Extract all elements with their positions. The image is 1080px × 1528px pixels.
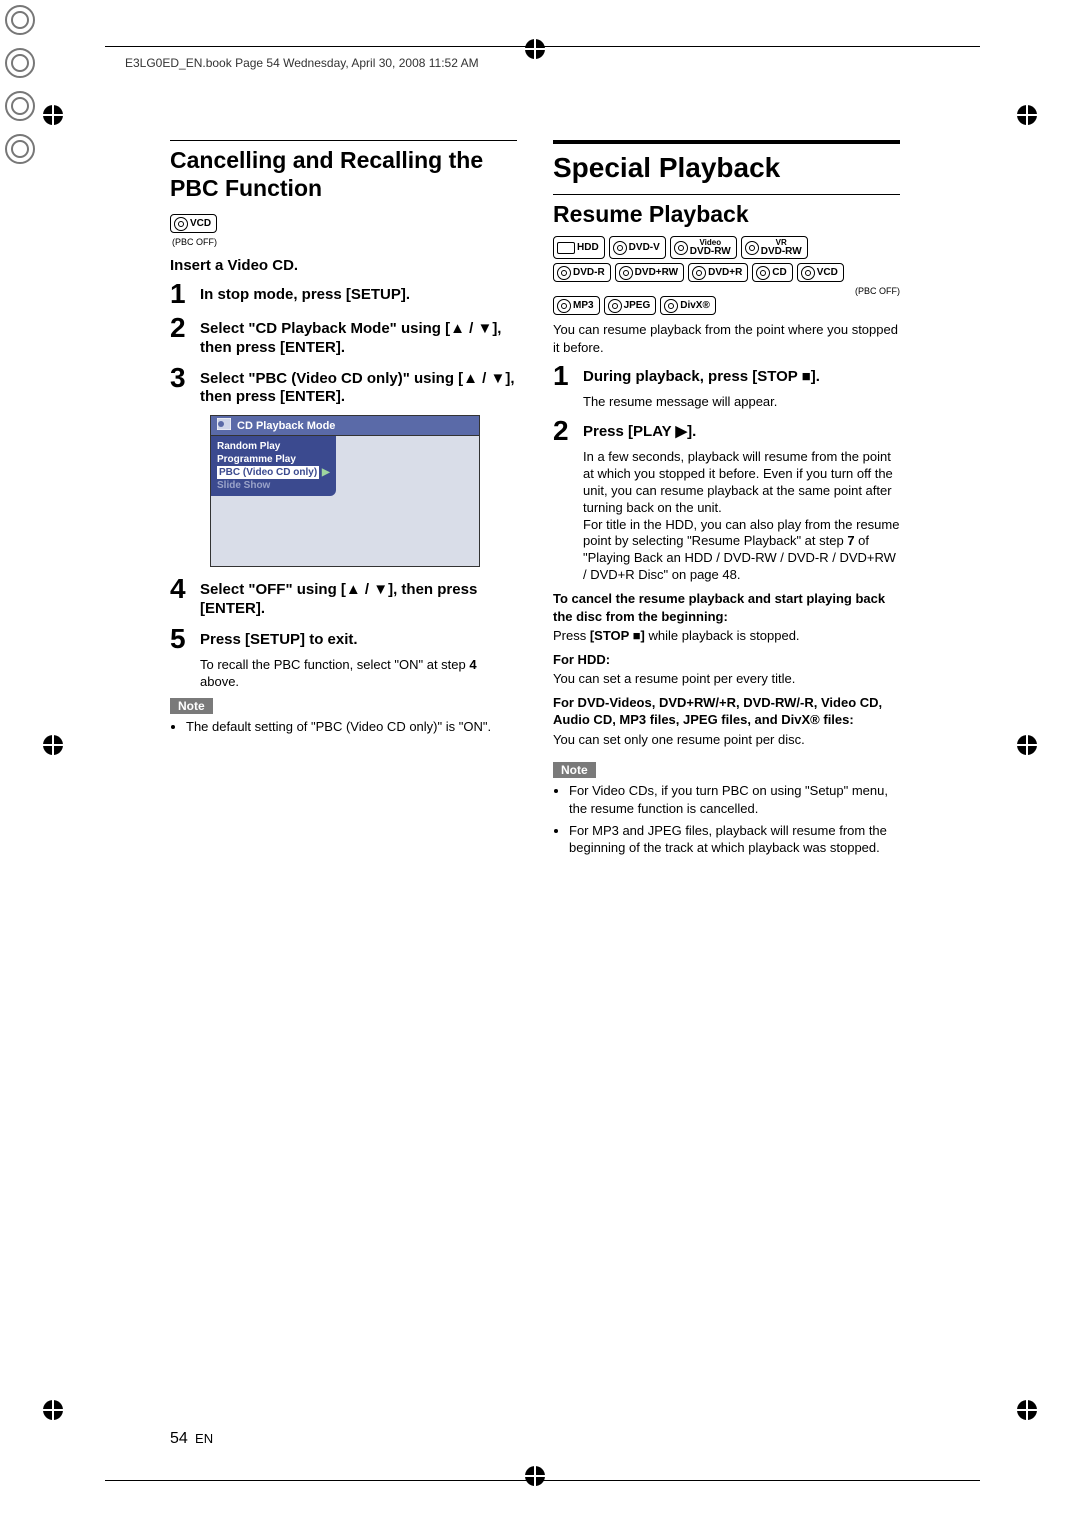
disc-icon <box>801 266 815 280</box>
for-hdd-body: You can set a resume point per every tit… <box>553 670 900 688</box>
register-mark-icon <box>1012 100 1042 133</box>
page-footer: 54 EN <box>170 1430 213 1448</box>
badge-jpeg: JPEG <box>604 296 657 315</box>
for-other-label: For DVD-Videos, DVD+RW/+R, DVD-RW/-R, Vi… <box>553 694 900 729</box>
badge-dvd-r: DVD-R <box>553 263 611 282</box>
step-2-text: Press [PLAY ▶]. <box>583 417 696 442</box>
register-mark-icon <box>38 1395 68 1428</box>
badge-hdd: HDD <box>553 236 605 259</box>
disc-icon <box>674 241 688 255</box>
step-1-body: The resume message will appear. <box>583 394 900 411</box>
badge-dvd-rw-vr: VRDVD-RW <box>741 236 808 259</box>
step-number: 5 <box>170 625 192 653</box>
step-4-text: Select "OFF" using [▲ / ▼], then press [… <box>200 575 517 619</box>
intro-line: Insert a Video CD. <box>170 257 517 274</box>
note-label: Note <box>170 698 213 714</box>
menu-title: CD Playback Mode <box>237 420 335 432</box>
badge-dvd-rw-video: VideoDVD-RW <box>670 236 737 259</box>
sub-title: Resume Playback <box>553 201 900 228</box>
cancel-heading: To cancel the resume playback and start … <box>553 590 900 625</box>
page-lang: EN <box>195 1431 213 1446</box>
disc-icon <box>745 241 759 255</box>
note-label: Note <box>553 762 596 778</box>
disc-icon <box>613 241 627 255</box>
step-number: 1 <box>170 280 192 308</box>
menu-item: Random Play <box>217 440 330 453</box>
badge-vcd: VCD <box>797 263 844 282</box>
cancel-body: Press [STOP ■] while playback is stopped… <box>553 627 900 645</box>
main-title: Special Playback <box>553 152 900 184</box>
step-1-text: During playback, press [STOP ■]. <box>583 362 820 387</box>
running-header: E3LG0ED_EN.book Page 54 Wednesday, April… <box>125 56 479 70</box>
badge-dvd-v: DVD-V <box>609 236 666 259</box>
menu-icon <box>217 418 231 433</box>
register-mark-icon <box>38 730 68 763</box>
pbc-off-note: (PBC OFF) <box>172 237 517 247</box>
disc-icon <box>756 266 770 280</box>
badge-mp3: MP3 <box>553 296 600 315</box>
step-5-text: Press [SETUP] to exit. <box>200 625 358 650</box>
disc-icon <box>608 299 622 313</box>
step-number: 3 <box>170 364 192 392</box>
badge-vcd: VCD <box>170 214 217 233</box>
badge-cd: CD <box>752 263 792 282</box>
step-1-text: In stop mode, press [SETUP]. <box>200 280 410 305</box>
disc-icon <box>174 217 188 231</box>
disc-icon <box>619 266 633 280</box>
section-title-pbc: Cancelling and Recalling the PBC Functio… <box>170 147 517 202</box>
step-2-text: Select "CD Playback Mode" using [▲ / ▼],… <box>200 314 517 358</box>
step-3-text: Select "PBC (Video CD only)" using [▲ / … <box>200 364 517 408</box>
register-mark-icon <box>520 1461 550 1494</box>
badge-dvd-prw: DVD+RW <box>615 263 684 282</box>
register-mark-icon <box>520 34 550 67</box>
badge-label: VCD <box>190 219 211 229</box>
disc-icon <box>664 299 678 313</box>
for-other-body: You can set only one resume point per di… <box>553 731 900 749</box>
pbc-off-note: (PBC OFF) <box>555 286 900 296</box>
intro-paragraph: You can resume playback from the point w… <box>553 321 900 356</box>
page-number: 54 <box>170 1430 188 1447</box>
badge-dvd-pr: DVD+R <box>688 263 748 282</box>
step-5-body: To recall the PBC function, select "ON" … <box>200 657 517 691</box>
register-mark-icon <box>38 100 68 133</box>
disc-icon <box>557 299 571 313</box>
step-number: 4 <box>170 575 192 603</box>
for-hdd-label: For HDD: <box>553 651 900 669</box>
menu-item-disabled: Slide Show <box>217 479 330 492</box>
badge-divx: DivX® <box>660 296 716 315</box>
step-number: 1 <box>553 362 575 390</box>
step-number: 2 <box>170 314 192 342</box>
register-mark-icon <box>1012 730 1042 763</box>
menu-screenshot: CD Playback Mode Random Play Programme P… <box>210 415 480 567</box>
register-mark-icon <box>1012 1395 1042 1428</box>
disc-icon <box>692 266 706 280</box>
menu-item-selected: PBC (Video CD only) <box>217 466 319 479</box>
note-item: The default setting of "PBC (Video CD on… <box>186 718 517 736</box>
crop-mark-icon <box>0 86 1080 129</box>
step-2-body: In a few seconds, playback will resume f… <box>583 449 900 584</box>
note-item: For Video CDs, if you turn PBC on using … <box>569 782 900 817</box>
menu-item: Programme Play <box>217 453 330 466</box>
step-number: 2 <box>553 417 575 445</box>
note-item: For MP3 and JPEG files, playback will re… <box>569 822 900 857</box>
disc-icon <box>557 266 571 280</box>
hdd-icon <box>557 242 575 254</box>
